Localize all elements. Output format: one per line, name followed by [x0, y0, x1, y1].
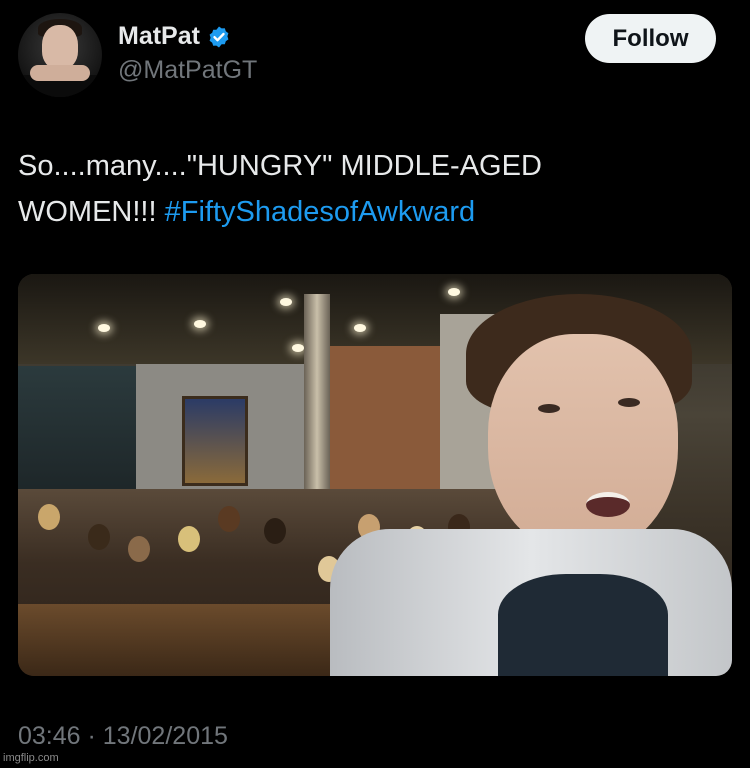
avatar[interactable]: [18, 13, 102, 97]
photo-brown-wall: [330, 346, 440, 506]
crowd-person: [264, 518, 286, 544]
selfie-eye: [538, 404, 560, 413]
author-handle[interactable]: @MatPatGT: [118, 56, 257, 85]
crowd-person: [88, 524, 110, 550]
author-display-name[interactable]: MatPat: [118, 22, 200, 51]
ceiling-light: [280, 298, 292, 306]
selfie-shirt: [498, 574, 668, 676]
photo-window-wall: [18, 366, 136, 506]
ceiling-light: [354, 324, 366, 332]
photo-tables: [18, 604, 348, 676]
ceiling-light: [98, 324, 110, 332]
tweet-text-line-2: WOMEN!!! #FiftyShadesofAwkward: [18, 189, 718, 235]
ceiling-light: [448, 288, 460, 296]
tweet-text: So....many...."HUNGRY" MIDDLE-AGED WOMEN…: [18, 143, 718, 235]
hashtag-link[interactable]: #FiftyShadesofAwkward: [165, 196, 476, 228]
crowd-person: [128, 536, 150, 562]
verified-badge-icon: [209, 26, 229, 47]
selfie-mouth: [586, 492, 630, 517]
follow-button[interactable]: Follow: [585, 14, 716, 63]
tweet-text-line-2-prefix: WOMEN!!!: [18, 196, 165, 228]
tweet-text-line-1: So....many...."HUNGRY" MIDDLE-AGED: [18, 150, 542, 182]
selfie-eye: [618, 398, 640, 407]
ceiling-light: [292, 344, 304, 352]
ceiling-light: [194, 320, 206, 328]
tweet-timestamp[interactable]: 03:46 · 13/02/2015: [18, 722, 228, 751]
author-name-row[interactable]: MatPat: [118, 22, 231, 51]
selfie-face: [488, 334, 678, 554]
avatar-face: [42, 25, 78, 69]
avatar-hands: [30, 65, 90, 81]
tweet-photo[interactable]: [18, 274, 732, 676]
crowd-person: [178, 526, 200, 552]
crowd-person: [38, 504, 60, 530]
imgflip-watermark: imgflip.com: [3, 752, 59, 764]
movie-poster: [182, 396, 248, 486]
crowd-person: [218, 506, 240, 532]
